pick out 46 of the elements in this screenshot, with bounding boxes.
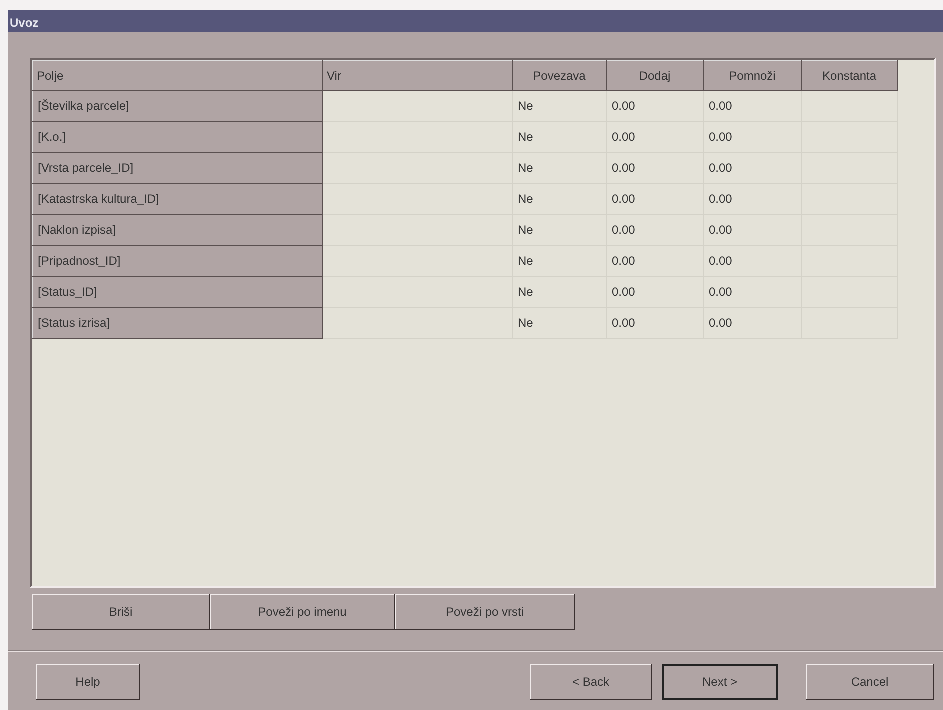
table-cell: Ne <box>512 90 606 122</box>
table-cell: Ne <box>512 308 606 338</box>
table-cell: 0.00 <box>704 90 802 122</box>
table-cell: 0.00 <box>606 276 704 308</box>
back-button[interactable]: < Back <box>530 664 652 700</box>
column-header[interactable]: Dodaj <box>606 60 704 90</box>
table-cell: Ne <box>512 184 606 214</box>
table-cell: 0.00 <box>606 122 704 152</box>
table-cell: 0.00 <box>704 214 802 246</box>
table-cell: 0.00 <box>606 308 704 338</box>
field-name-cell: [Katastrska kultura_ID] <box>32 184 322 214</box>
action-button[interactable]: Poveži po vrsti <box>395 594 575 630</box>
table-cell: Ne <box>512 214 606 246</box>
table-cell: 0.00 <box>704 184 802 214</box>
column-header[interactable]: Povezava <box>512 60 606 90</box>
field-name-cell: [Številka parcele] <box>32 90 322 122</box>
column-header[interactable]: Konstanta <box>802 60 898 90</box>
table-cell: 0.00 <box>704 276 802 308</box>
cancel-button[interactable]: Cancel <box>806 664 934 700</box>
column-header[interactable]: Polje <box>32 60 322 90</box>
table-cell: Ne <box>512 152 606 184</box>
help-button[interactable]: Help <box>36 664 140 700</box>
table-cell: 0.00 <box>704 152 802 184</box>
field-name-cell: [Status izrisa] <box>32 308 322 338</box>
field-name-cell: [Pripadnost_ID] <box>32 246 322 276</box>
table-cell: 0.00 <box>606 246 704 276</box>
action-button[interactable]: Briši <box>32 594 210 630</box>
table-cell: Ne <box>512 276 606 308</box>
table-cell: 0.00 <box>606 90 704 122</box>
field-name-cell: [Vrsta parcele_ID] <box>32 152 322 184</box>
table-cell: 0.00 <box>606 214 704 246</box>
table-cell: 0.00 <box>606 184 704 214</box>
table-cell: 0.00 <box>704 308 802 338</box>
next-button[interactable]: Next > <box>662 664 778 700</box>
table-cell: Ne <box>512 246 606 276</box>
column-header[interactable]: Pomnoži <box>704 60 802 90</box>
window-title: Uvoz <box>8 10 943 32</box>
table-cell: 0.00 <box>704 122 802 152</box>
column-header[interactable]: Vir <box>322 60 512 90</box>
action-button[interactable]: Poveži po imenu <box>210 594 395 630</box>
table-cell: 0.00 <box>704 246 802 276</box>
field-name-cell: [Naklon izpisa] <box>32 214 322 246</box>
field-name-cell: [Status_ID] <box>32 276 322 308</box>
field-name-cell: [K.o.] <box>32 122 322 152</box>
table-cell: Ne <box>512 122 606 152</box>
table-cell: 0.00 <box>606 152 704 184</box>
